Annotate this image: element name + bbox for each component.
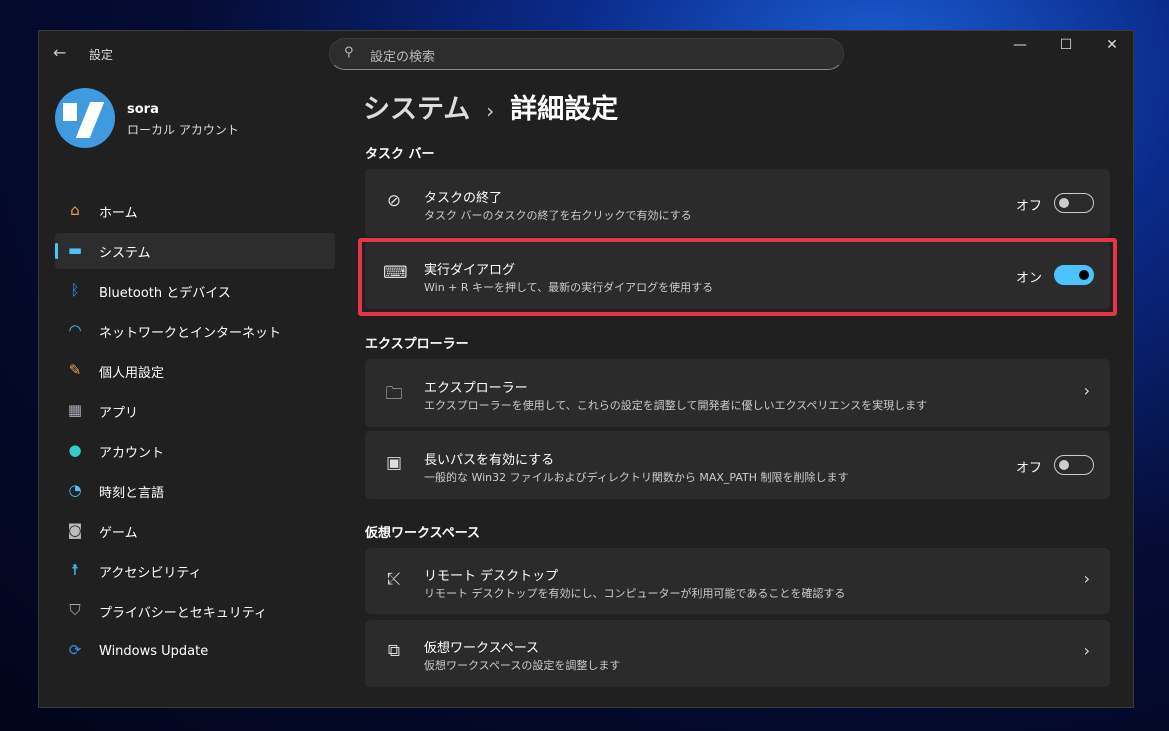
system-icon: ▬ [67, 241, 83, 259]
card-title: 長いパスを有効にする [424, 453, 555, 468]
sidebar-item-apps[interactable]: ▦ アプリ [55, 393, 335, 429]
brush-icon: ✎ [68, 361, 82, 379]
card-title: リモート デスクトップ [424, 569, 559, 584]
sidebar-item-personalization[interactable]: ✎ 個人用設定 [55, 353, 335, 389]
nav-label: ゲーム [99, 525, 138, 541]
card-subtitle: エクスプローラーを使用して、これらの設定を調整して開発者に優しいエクスペリエンス… [424, 399, 928, 412]
sidebar-item-time-language[interactable]: ◔ 時刻と言語 [55, 473, 335, 509]
nav-label: 個人用設定 [99, 365, 165, 381]
toggle-state: オフ [1015, 461, 1042, 476]
user-name: sora [127, 102, 159, 117]
breadcrumb: システム › 詳細設定 [363, 87, 618, 126]
nav-label: アクセシビリティ [99, 565, 202, 581]
sidebar-item-system[interactable]: ▬ システム [55, 233, 335, 269]
chevron-right-icon: › [1083, 641, 1090, 660]
explorer-card[interactable]: 🗀 エクスプローラー エクスプローラーを使用して、これらの設定を調整して開発者に… [365, 359, 1110, 427]
sidebar-nav: ⌂ ホーム ▬ システム ᛒ Bluetooth とデバイス ◠ ネットワークとインター… [55, 193, 335, 673]
sidebar-item-privacy[interactable]: ⛉ プライバシーとセキュリティ [55, 593, 335, 629]
sidebar-item-gaming[interactable]: ◙ ゲーム [55, 513, 335, 549]
remote-desktop-card[interactable]: ⤪ リモート デスクトップ リモート デスクトップを有効にし、コンピューターが利… [365, 548, 1110, 614]
bluetooth-icon: ᛒ [70, 281, 80, 299]
page-title: 詳細設定 [510, 94, 619, 125]
end-task-toggle[interactable] [1054, 193, 1094, 213]
section-virtual-workspaces: 仮想ワークスペース [365, 526, 481, 541]
apps-icon: ▦ [67, 401, 83, 419]
app-title: 設定 [89, 48, 114, 62]
wifi-icon: ◠ [68, 321, 82, 339]
accessibility-icon: ☨ [70, 561, 80, 579]
close-button[interactable]: ✕ [1097, 37, 1127, 53]
nav-label: ネットワークとインターネット [99, 325, 282, 341]
long-paths-card: ▣ 長いパスを有効にする 一般的な Win32 ファイルおよびディレクトリ関数か… [365, 431, 1110, 499]
shield-icon: ⛉ [69, 601, 81, 619]
settings-window: ← 設定 ⚲ 設定の検索 — ☐ ✕ sora ローカル アカウント ⌂ ホーム ▬… [38, 30, 1134, 708]
avatar[interactable] [55, 88, 115, 148]
nav-label: 時刻と言語 [99, 485, 165, 501]
sidebar-item-home[interactable]: ⌂ ホーム [55, 193, 335, 229]
chevron-right-icon: › [1083, 569, 1090, 588]
path-icon: ▣ [385, 453, 403, 473]
nav-label: アプリ [99, 405, 139, 421]
nav-label: ホーム [99, 205, 138, 221]
clock-globe-icon: ◔ [68, 481, 82, 499]
search-icon: ⚲ [344, 45, 354, 60]
prohibit-icon: ⊘ [386, 191, 402, 211]
back-arrow-icon[interactable]: ← [53, 43, 66, 62]
folder-icon: 🗀 [385, 384, 403, 404]
account-type: ローカル アカウント [127, 123, 239, 137]
long-paths-toggle[interactable] [1054, 455, 1094, 475]
nav-label: Bluetooth とデバイス [99, 285, 231, 301]
end-task-card: ⊘ タスクの終了 タスク バーのタスクの終了を右クリックで有効にする オフ [365, 169, 1110, 237]
sidebar-item-accessibility[interactable]: ☨ アクセシビリティ [55, 553, 335, 589]
nav-label: アカウント [99, 445, 165, 461]
sidebar-item-network[interactable]: ◠ ネットワークとインターネット [55, 313, 335, 349]
card-subtitle: 仮想ワークスペースの設定を調整します [424, 659, 621, 672]
sidebar-item-windows-update[interactable]: ⟳ Windows Update [55, 633, 335, 669]
section-taskbar: タスク バー [365, 147, 435, 162]
card-title: エクスプローラー [424, 381, 528, 396]
maximize-button[interactable]: ☐ [1051, 37, 1081, 53]
section-explorer: エクスプローラー [365, 337, 469, 352]
minimize-button[interactable]: — [1005, 37, 1035, 53]
breadcrumb-parent[interactable]: システム [363, 94, 470, 125]
home-icon: ⌂ [70, 201, 80, 219]
card-subtitle: 一般的な Win32 ファイルおよびディレクトリ関数から MAX_PATH 制限… [424, 471, 849, 484]
nav-label: システム [99, 245, 151, 261]
account-icon: ● [68, 441, 82, 459]
sidebar-item-bluetooth[interactable]: ᛒ Bluetooth とデバイス [55, 273, 335, 309]
nav-label: プライバシーとセキュリティ [99, 605, 267, 621]
card-title: タスクの終了 [424, 191, 503, 206]
chevron-right-icon: › [486, 99, 495, 123]
chevron-right-icon: › [1083, 381, 1090, 400]
remote-desktop-icon: ⤪ [387, 569, 401, 589]
sidebar-item-accounts[interactable]: ● アカウント [55, 433, 335, 469]
virtual-workspace-icon: ⧉ [387, 641, 401, 661]
toggle-state: オフ [1015, 199, 1042, 214]
highlight-box [358, 238, 1117, 316]
card-subtitle: タスク バーのタスクの終了を右クリックで有効にする [424, 209, 692, 222]
nav-label: Windows Update [99, 643, 209, 659]
update-icon: ⟳ [68, 641, 82, 659]
virtual-workspaces-card[interactable]: ⧉ 仮想ワークスペース 仮想ワークスペースの設定を調整します › [365, 620, 1110, 687]
card-subtitle: リモート デスクトップを有効にし、コンピューターが利用可能であることを確認する [424, 587, 846, 600]
search-input[interactable]: ⚲ 設定の検索 [329, 38, 844, 70]
search-placeholder: 設定の検索 [370, 50, 436, 65]
gamepad-icon: ◙ [67, 521, 83, 539]
card-title: 仮想ワークスペース [424, 641, 540, 656]
